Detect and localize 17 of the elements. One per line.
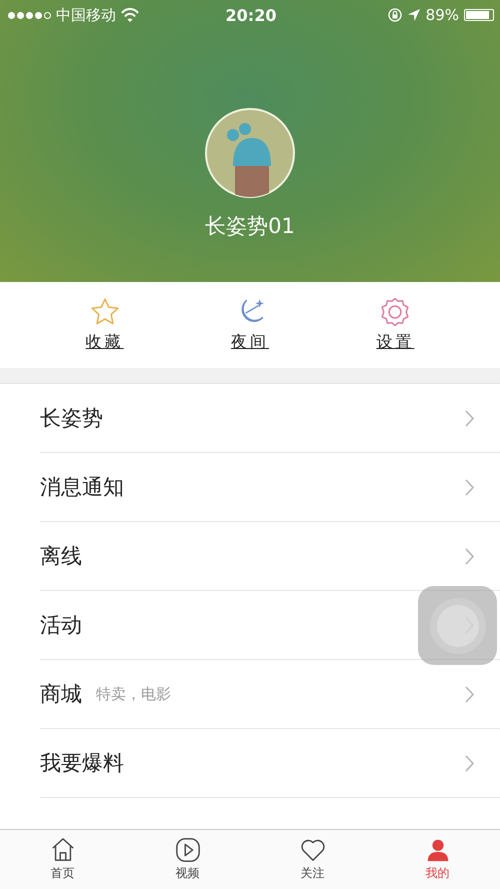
action-link[interactable]: 设置: [376, 332, 414, 353]
clock: 20:20: [226, 6, 276, 24]
action-link[interactable]: 夜间: [230, 332, 269, 353]
tab[interactable]: 视频: [125, 830, 250, 889]
menu-item[interactable]: 离线: [40, 522, 500, 591]
battery-percent: 89%: [426, 6, 459, 24]
menu-item[interactable]: 活动: [40, 591, 500, 660]
carrier-name: 中国移动: [56, 6, 116, 24]
username: 长姿势01: [205, 213, 295, 240]
action-link[interactable]: 收藏: [86, 332, 124, 353]
tab[interactable]: 关注: [250, 830, 375, 889]
tab[interactable]: 首页: [0, 830, 125, 889]
menu-item[interactable]: 长姿势: [40, 384, 500, 453]
menu-item[interactable]: 消息通知: [40, 453, 500, 522]
menu-item[interactable]: 商城 特卖，电影: [40, 660, 500, 729]
menu-item[interactable]: 我要爆料: [40, 729, 500, 798]
tab[interactable]: 我的: [375, 830, 500, 889]
